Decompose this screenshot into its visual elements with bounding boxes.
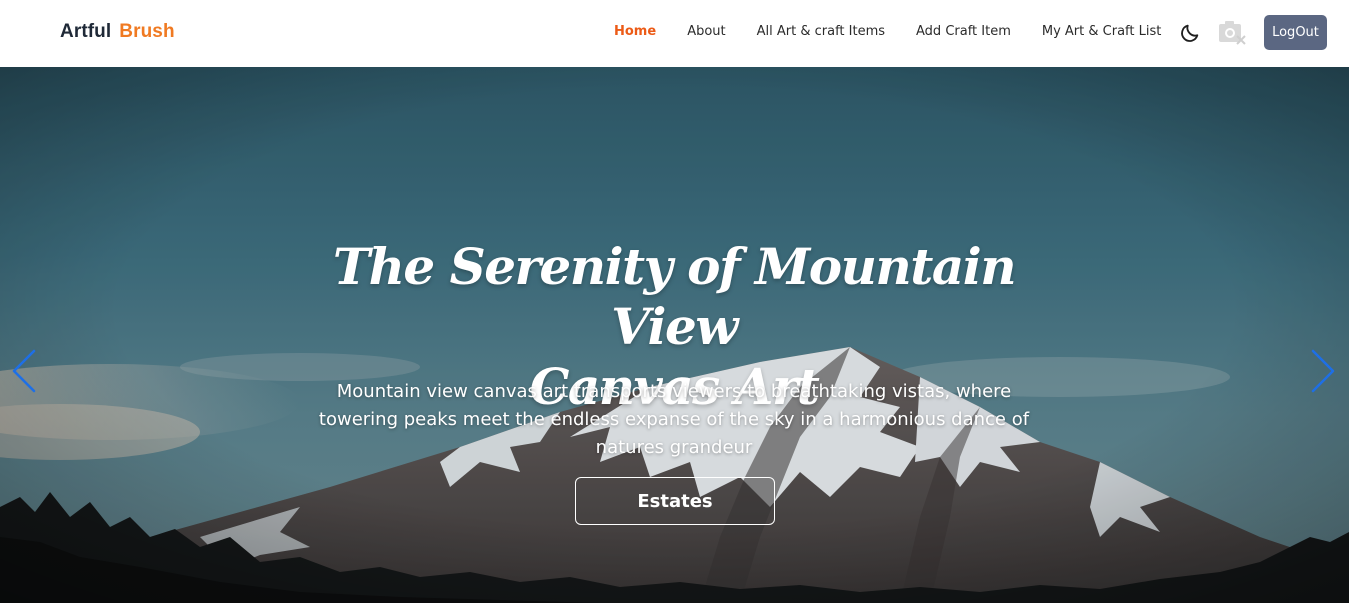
nav-item-all-art-craft-items[interactable]: All Art & craft Items [757, 24, 885, 39]
moon-icon[interactable] [1179, 22, 1201, 44]
brand-word-brush: Brush [119, 21, 175, 42]
nav-item-home[interactable]: Home [614, 24, 656, 39]
nav-item-about[interactable]: About [687, 24, 725, 39]
estates-button[interactable]: Estates [575, 477, 775, 525]
main-nav: Home About All Art & craft Items Add Cra… [614, 24, 1161, 39]
carousel-prev-button[interactable] [8, 347, 38, 395]
brand-logo[interactable]: Artful Brush [60, 21, 175, 43]
broken-image-icon [1219, 21, 1246, 45]
hero-title-line1: The Serenity of Mountain View [332, 237, 1017, 356]
avatar[interactable] [1217, 18, 1249, 48]
chevron-right-icon [1311, 349, 1335, 393]
chevron-left-icon [12, 349, 36, 393]
brand-word-artful: Artful [60, 21, 112, 42]
logout-button[interactable]: LogOut [1264, 15, 1327, 50]
nav-item-my-art-craft-list[interactable]: My Art & Craft List [1042, 24, 1161, 39]
nav-item-add-craft-item[interactable]: Add Craft Item [916, 24, 1011, 39]
hero-carousel: The Serenity of Mountain View Canvas Art… [0, 67, 1349, 603]
hero-description: Mountain view canvas art transports view… [318, 381, 1030, 458]
navbar: Artful Brush Home About All Art & craft … [0, 0, 1349, 67]
carousel-next-button[interactable] [1309, 347, 1339, 395]
